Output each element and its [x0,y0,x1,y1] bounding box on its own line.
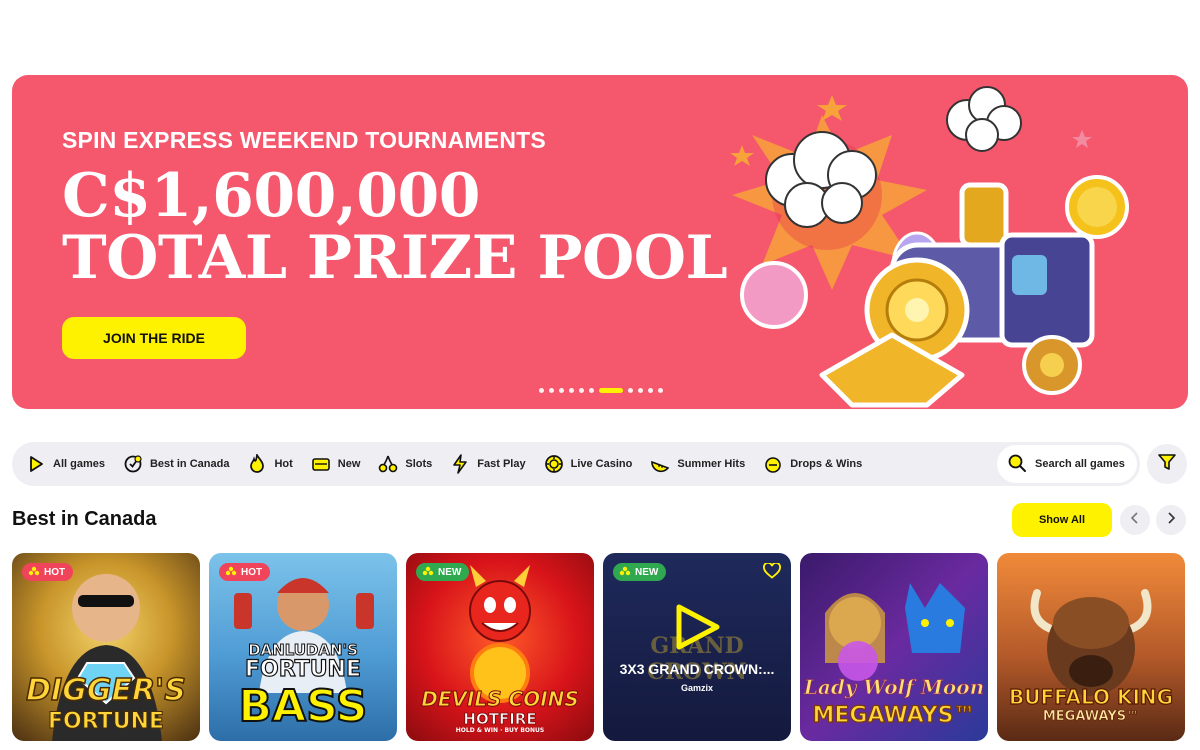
category-label: Hot [274,458,293,470]
leaf-badge-icon [123,454,143,474]
badge-dots-icon [225,566,237,579]
game-card[interactable]: GRAND CROWN NEW 3X3 GRAND CROWN:... Gamz… [603,553,791,741]
game-art-subtitle: FORTUNE [244,656,361,682]
carousel-dot[interactable] [658,388,663,393]
category-fast-play[interactable]: Fast Play [446,442,539,486]
hero-title-amount: C$1,600,000 [62,161,481,231]
category-summer-hits[interactable]: Summer Hits [646,442,759,486]
carousel-dot[interactable] [628,388,633,393]
carousel-dot[interactable] [549,388,554,393]
hot-badge: HOT [219,563,271,581]
carousel-dot[interactable] [559,388,564,393]
new-badge: NEW [613,563,667,581]
hero-title-caption: TOTAL PRIZE POOL [62,223,728,293]
drops-wins-icon [763,454,783,474]
play-icon [676,604,720,650]
hot-badge: HOT [22,563,74,581]
lightning-icon [450,454,470,474]
carousel-dot[interactable] [579,388,584,393]
section-title: Best in Canada [12,508,157,530]
join-the-ride-button[interactable]: JOIN THE RIDE [62,317,246,359]
game-card[interactable]: HOT DIGGER'S FORTUNE [12,553,200,741]
category-label: Fast Play [477,458,526,470]
search-icon [1007,453,1027,476]
category-nav: All games Best in Canada Hot New Slots F… [12,442,1140,486]
filter-button[interactable] [1147,444,1187,484]
hero-subtitle: SPIN EXPRESS WEEKEND TOURNAMENTS [62,127,546,153]
category-drops-wins[interactable]: Drops & Wins [759,442,876,486]
carousel-dot[interactable] [539,388,544,393]
game-provider: Gamzix [680,683,713,693]
new-badge: NEW [416,563,470,581]
game-art-title: BUFFALO KING [1008,684,1174,709]
funnel-icon [1157,452,1177,477]
game-card[interactable]: NEW DEVILS COINS HOTFIRE HOLD & WIN · BU… [406,553,594,741]
game-title: 3X3 GRAND CROWN:... [619,661,775,677]
carousel-dot[interactable] [638,388,643,393]
game-card[interactable]: BUFFALO KING MEGAWAYS™ [997,553,1185,741]
game-art-subtitle: MEGAWAYS™ [812,702,976,728]
category-new[interactable]: New [307,442,375,486]
game-card[interactable]: HOT DANLUDAN'S FORTUNE BASS [209,553,397,741]
game-art-title: DIGGER'S [25,672,186,709]
category-all-games[interactable]: All games [22,442,119,486]
carousel-dot-active[interactable] [599,388,623,393]
hero-banner[interactable]: SPIN EXPRESS WEEKEND TOURNAMENTS C$1,600… [12,75,1188,409]
previous-arrow-button[interactable] [1120,505,1150,535]
badge-dots-icon [422,566,434,579]
poker-chip-icon [544,454,564,474]
game-art-subtitle: HOTFIRE [463,710,537,729]
carousel-dot[interactable] [589,388,594,393]
flame-icon [247,454,267,474]
badge-dots-icon [28,566,40,579]
category-label: Slots [405,458,433,470]
category-best-in-canada[interactable]: Best in Canada [119,442,243,486]
category-label: Live Casino [570,458,633,470]
game-card[interactable]: Lady Wolf Moon MEGAWAYS™ [800,553,988,741]
category-label: All games [53,458,105,470]
category-label: Best in Canada [149,458,230,470]
game-art-title: DEVILS COINS [421,687,580,712]
game-art-tagline: HOLD & WIN · BUY BONUS [455,727,545,734]
category-label: Summer Hits [677,458,746,470]
watermelon-icon [650,454,670,474]
carousel-dots[interactable] [539,388,663,393]
badge-dots-icon [619,566,631,579]
chevron-left-icon [1129,511,1141,529]
new-tag-icon [311,454,331,474]
chevron-right-icon [1165,511,1177,529]
game-art-title: Lady Wolf Moon [803,675,985,700]
play-button[interactable] [673,603,721,656]
hero-title: C$1,600,000 TOTAL PRIZE POOL [62,161,728,293]
play-icon [26,454,46,474]
category-live-casino[interactable]: Live Casino [540,442,647,486]
show-all-button[interactable]: Show All [1012,503,1112,537]
category-slots[interactable]: Slots [374,442,446,486]
search-all-games-button[interactable]: Search all games [997,445,1137,483]
game-art-subtitle: MEGAWAYS™ [1042,709,1140,725]
category-hot[interactable]: Hot [243,442,306,486]
next-arrow-button[interactable] [1156,505,1186,535]
carousel-dot[interactable] [648,388,653,393]
cherries-icon [378,454,398,474]
search-label: Search all games [1035,458,1125,470]
heart-icon[interactable] [763,561,781,584]
category-label: Drops & Wins [790,458,863,470]
game-art-tagline: BASS [238,680,369,733]
carousel-dot[interactable] [569,388,574,393]
category-label: New [337,458,361,470]
game-art-subtitle: FORTUNE [48,709,165,735]
train-illustration [730,86,1129,408]
